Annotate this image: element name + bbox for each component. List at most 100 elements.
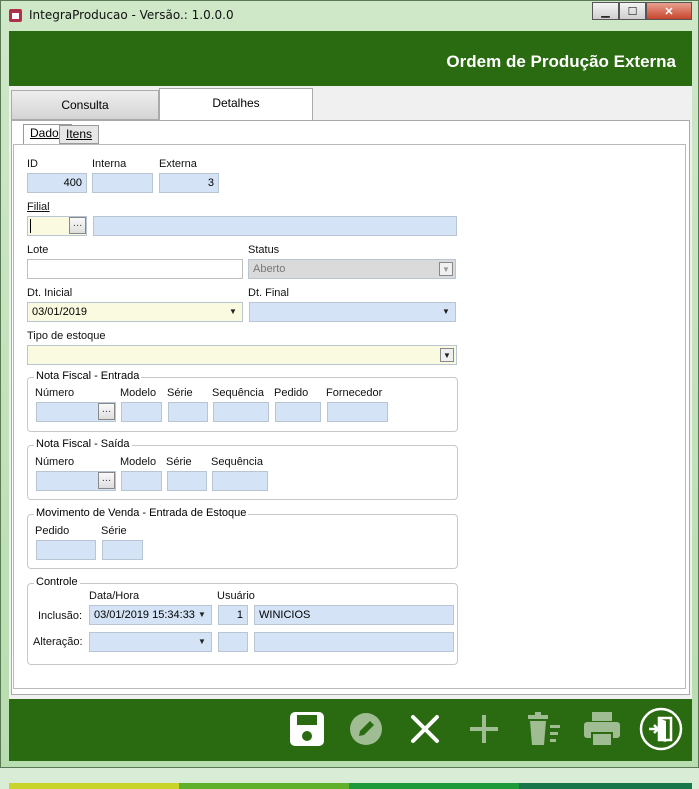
save-button[interactable] (285, 707, 329, 751)
chevron-down-icon[interactable]: ▼ (226, 305, 240, 319)
nf-saida-lookup-button[interactable]: … (98, 472, 115, 489)
interna-label: Interna (92, 158, 127, 170)
dt-final-picker[interactable]: ▼ (249, 302, 456, 322)
nf-saida-sequencia-field[interactable] (212, 471, 268, 491)
print-button[interactable] (580, 707, 624, 751)
add-button[interactable] (462, 707, 506, 751)
mov-venda-serie-label: Série (101, 525, 127, 537)
nf-entrada-fornecedor-label: Fornecedor (326, 387, 383, 399)
edit-icon (350, 713, 382, 745)
status-select[interactable]: Aberto ▼ (248, 259, 456, 279)
nf-saida-serie-field[interactable] (167, 471, 207, 491)
inclusao-datahora-value: 03/01/2019 15:34:33 (94, 609, 195, 621)
print-icon (584, 712, 620, 747)
status-value: Aberto (253, 263, 286, 275)
text-cursor (30, 219, 31, 233)
alteracao-user-id-field[interactable] (218, 632, 248, 652)
mov-venda-pedido-field[interactable] (36, 540, 96, 560)
header-banner: Ordem de Produção Externa (9, 31, 692, 86)
inclusao-user-name-field[interactable]: WINICIOS (254, 605, 454, 625)
filial-label: Filial (27, 201, 50, 213)
delete-button[interactable] (521, 707, 565, 751)
alteracao-label: Alteração: (33, 636, 83, 648)
dt-inicial-label: Dt. Inicial (27, 287, 73, 299)
dt-final-label: Dt. Final (248, 287, 289, 299)
app-window: IntegraProducao - Versão.: 1.0.0.0 ▁ ☐ ✕… (0, 0, 699, 789)
nf-saida-modelo-field[interactable] (121, 471, 162, 491)
externa-label: Externa (159, 158, 197, 170)
nf-saida-numero-label: Número (35, 456, 75, 468)
inclusao-label: Inclusão: (38, 610, 83, 622)
inclusao-user-id-field[interactable]: 1 (218, 605, 248, 625)
nf-entrada-numero-label: Número (35, 387, 75, 399)
cancel-button[interactable] (403, 707, 447, 751)
subtab-itens[interactable]: Itens (59, 125, 100, 144)
cancel-icon (411, 715, 439, 743)
chevron-down-icon[interactable]: ▼ (439, 262, 453, 276)
title-bar[interactable]: IntegraProducao - Versão.: 1.0.0.0 ▁ ☐ ✕ (1, 1, 698, 31)
tab-consulta[interactable]: Consulta (11, 90, 159, 120)
controle-title: Controle (34, 576, 80, 588)
inclusao-datahora-picker[interactable]: 03/01/2019 15:34:33 ▼ (89, 605, 212, 625)
add-icon (470, 715, 498, 743)
nf-entrada-pedido-label: Pedido (274, 387, 309, 399)
id-label: ID (27, 158, 38, 170)
nf-entrada-lookup-button[interactable]: … (98, 403, 115, 420)
mov-venda-title: Movimento de Venda - Entrada de Estoque (34, 507, 249, 519)
tipo-estoque-select[interactable]: ▼ (27, 345, 457, 365)
nf-entrada-title: Nota Fiscal - Entrada (34, 370, 142, 382)
page-title: Ordem de Produção Externa (446, 52, 676, 71)
main-tabs: Consulta Detalhes (9, 88, 692, 121)
nf-entrada-fornecedor-field[interactable] (327, 402, 388, 422)
nf-entrada-sequencia-field[interactable] (213, 402, 269, 422)
id-field[interactable]: 400 (27, 173, 87, 193)
status-label: Status (248, 244, 280, 256)
nf-saida-sequencia-label: Sequência (211, 456, 263, 468)
dt-inicial-value: 03/01/2019 (32, 306, 88, 318)
status-stripe-yellow (9, 783, 179, 789)
alteracao-datahora-picker[interactable]: ▼ (89, 632, 212, 652)
delete-icon (528, 712, 560, 745)
minimize-button[interactable]: ▁ (592, 2, 619, 20)
nf-entrada-serie-label: Série (167, 387, 193, 399)
maximize-button[interactable]: ☐ (619, 2, 646, 20)
status-stripe-light-green (179, 783, 349, 789)
dt-inicial-picker[interactable]: 03/01/2019 ▼ (27, 302, 243, 322)
mov-venda-pedido-label: Pedido (35, 525, 70, 537)
status-stripe-dark-green (519, 783, 692, 789)
chevron-down-icon[interactable]: ▼ (440, 348, 454, 362)
controle-datahora-label: Data/Hora (89, 590, 140, 602)
edit-button[interactable] (344, 707, 388, 751)
exit-icon (639, 707, 683, 751)
nf-saida-modelo-label: Modelo (120, 456, 157, 468)
nf-entrada-modelo-label: Modelo (120, 387, 157, 399)
nf-saida-serie-label: Série (166, 456, 192, 468)
controle-usuario-label: Usuário (217, 590, 255, 602)
mov-venda-serie-field[interactable] (102, 540, 143, 560)
chevron-down-icon[interactable]: ▼ (439, 305, 453, 319)
filial-lookup-button[interactable]: … (69, 217, 86, 234)
interna-field[interactable] (92, 173, 153, 193)
nf-entrada-sequencia-label: Sequência (212, 387, 264, 399)
subtab-itens-label: Itens (66, 127, 93, 141)
externa-field[interactable]: 3 (159, 173, 219, 193)
nf-entrada-modelo-field[interactable] (121, 402, 162, 422)
save-icon (290, 712, 324, 746)
window-title: IntegraProducao - Versão.: 1.0.0.0 (29, 8, 234, 22)
tipo-estoque-label: Tipo de estoque (27, 330, 106, 342)
nf-entrada-pedido-field[interactable] (275, 402, 321, 422)
nf-entrada-serie-field[interactable] (168, 402, 208, 422)
alteracao-user-name-field[interactable] (254, 632, 454, 652)
status-stripe-green (349, 783, 519, 789)
lote-field[interactable] (27, 259, 243, 279)
client-area: Ordem de Produção Externa Consulta Detal… (9, 31, 692, 789)
close-button[interactable]: ✕ (646, 2, 692, 20)
chevron-down-icon[interactable]: ▼ (195, 635, 209, 649)
filial-name-field[interactable] (93, 216, 457, 236)
chevron-down-icon[interactable]: ▼ (195, 608, 209, 622)
exit-button[interactable] (639, 707, 683, 751)
lote-label: Lote (27, 244, 49, 256)
nf-saida-title: Nota Fiscal - Saída (34, 438, 132, 450)
app-icon (9, 9, 22, 22)
tab-detalhes[interactable]: Detalhes (159, 88, 313, 121)
